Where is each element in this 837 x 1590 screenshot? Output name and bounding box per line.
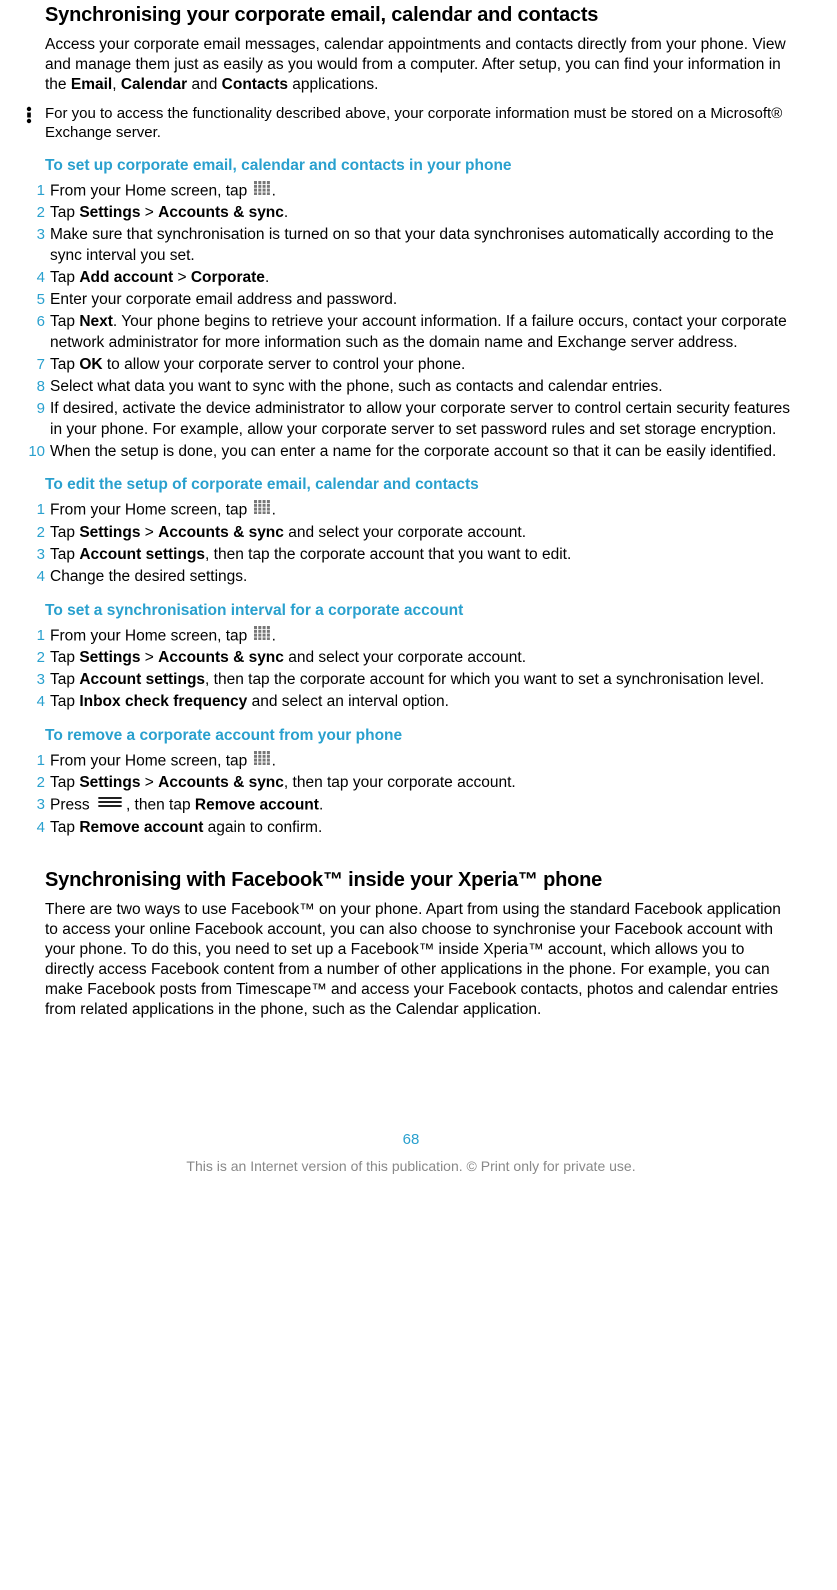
step-number: 3	[25, 670, 50, 690]
step-text: Tap Settings > Accounts & sync, then tap…	[50, 773, 797, 794]
step-row: 6Tap Next. Your phone begins to retrieve…	[25, 312, 797, 354]
step-number: 2	[25, 203, 50, 223]
step-number: 10	[25, 442, 50, 462]
step-row: 2Tap Settings > Accounts & sync, then ta…	[25, 773, 797, 794]
step-number: 1	[25, 751, 50, 771]
step-row: 1From your Home screen, tap .	[25, 751, 797, 772]
step-number: 2	[25, 648, 50, 668]
step-number: 1	[25, 500, 50, 520]
step-row: 2Tap Settings > Accounts & sync and sele…	[25, 523, 797, 544]
apps-grid-icon	[254, 751, 270, 772]
step-number: 8	[25, 377, 50, 397]
step-text: Tap Settings > Accounts & sync.	[50, 203, 797, 224]
step-text: If desired, activate the device administ…	[50, 399, 797, 441]
step-row: 4Tap Inbox check frequency and select an…	[25, 692, 797, 713]
step-text: When the setup is done, you can enter a …	[50, 442, 797, 463]
subhead-setup: To set up corporate email, calendar and …	[45, 157, 797, 175]
subhead-edit: To edit the setup of corporate email, ca…	[45, 476, 797, 494]
note-text: For you to access the functionality desc…	[45, 105, 797, 143]
step-row: 10When the setup is done, you can enter …	[25, 442, 797, 463]
step-text: From your Home screen, tap .	[50, 626, 797, 647]
step-number: 4	[25, 818, 50, 838]
steps-setup: 1From your Home screen, tap .2Tap Settin…	[25, 181, 797, 463]
steps-edit: 1From your Home screen, tap .2Tap Settin…	[25, 500, 797, 587]
step-text: Tap Remove account again to confirm.	[50, 818, 797, 839]
step-number: 4	[25, 567, 50, 587]
intro-paragraph-1: Access your corporate email messages, ca…	[45, 35, 797, 95]
step-row: 5Enter your corporate email address and …	[25, 290, 797, 311]
step-row: 9If desired, activate the device adminis…	[25, 399, 797, 441]
step-row: 4Tap Remove account again to confirm.	[25, 818, 797, 839]
step-row: 1From your Home screen, tap .	[25, 181, 797, 202]
step-row: 3Tap Account settings, then tap the corp…	[25, 670, 797, 691]
step-row: 3Make sure that synchronisation is turne…	[25, 225, 797, 267]
step-text: Tap Settings > Accounts & sync and selec…	[50, 523, 797, 544]
subhead-remove: To remove a corporate account from your …	[45, 727, 797, 745]
step-text: From your Home screen, tap .	[50, 500, 797, 521]
step-text: Select what data you want to sync with t…	[50, 377, 797, 398]
step-number: 7	[25, 355, 50, 375]
heading-1: Synchronising your corporate email, cale…	[45, 4, 797, 27]
steps-remove: 1From your Home screen, tap .2Tap Settin…	[25, 751, 797, 839]
step-number: 5	[25, 290, 50, 310]
page-number: 68	[25, 1131, 797, 1148]
step-row: 3Tap Account settings, then tap the corp…	[25, 545, 797, 566]
step-row: 4Tap Add account > Corporate.	[25, 268, 797, 289]
step-number: 1	[25, 181, 50, 201]
intro-paragraph-2: There are two ways to use Facebook™ on y…	[45, 900, 797, 1021]
step-text: Tap Settings > Accounts & sync and selec…	[50, 648, 797, 669]
step-text: From your Home screen, tap .	[50, 181, 797, 202]
apps-grid-icon	[254, 181, 270, 202]
step-text: Tap Account settings, then tap the corpo…	[50, 670, 797, 691]
step-number: 3	[25, 795, 50, 815]
step-row: 2Tap Settings > Accounts & sync and sele…	[25, 648, 797, 669]
step-number: 3	[25, 545, 50, 565]
step-text: Tap Account settings, then tap the corpo…	[50, 545, 797, 566]
step-row: 3Press , then tap Remove account.	[25, 795, 797, 816]
step-text: Press , then tap Remove account.	[50, 795, 797, 816]
step-row: 8Select what data you want to sync with …	[25, 377, 797, 398]
step-row: 4Change the desired settings.	[25, 567, 797, 588]
step-text: Tap Add account > Corporate.	[50, 268, 797, 289]
step-text: Tap Next. Your phone begins to retrieve …	[50, 312, 797, 354]
step-number: 2	[25, 773, 50, 793]
step-number: 3	[25, 225, 50, 245]
step-number: 6	[25, 312, 50, 332]
footer-note: This is an Internet version of this publ…	[25, 1158, 797, 1188]
warning-icon	[25, 106, 45, 127]
apps-grid-icon	[254, 626, 270, 647]
step-row: 1From your Home screen, tap .	[25, 626, 797, 647]
step-number: 4	[25, 268, 50, 288]
step-text: Tap OK to allow your corporate server to…	[50, 355, 797, 376]
step-text: Make sure that synchronisation is turned…	[50, 225, 797, 267]
step-row: 7Tap OK to allow your corporate server t…	[25, 355, 797, 376]
note-row: For you to access the functionality desc…	[25, 105, 797, 143]
apps-grid-icon	[254, 500, 270, 521]
menu-icon	[96, 795, 124, 816]
step-number: 9	[25, 399, 50, 419]
step-number: 4	[25, 692, 50, 712]
step-text: Enter your corporate email address and p…	[50, 290, 797, 311]
heading-2: Synchronising with Facebook™ inside your…	[45, 869, 797, 892]
step-row: 1From your Home screen, tap .	[25, 500, 797, 521]
step-text: Change the desired settings.	[50, 567, 797, 588]
step-row: 2Tap Settings > Accounts & sync.	[25, 203, 797, 224]
subhead-interval: To set a synchronisation interval for a …	[45, 602, 797, 620]
step-number: 1	[25, 626, 50, 646]
step-text: Tap Inbox check frequency and select an …	[50, 692, 797, 713]
step-number: 2	[25, 523, 50, 543]
step-text: From your Home screen, tap .	[50, 751, 797, 772]
steps-interval: 1From your Home screen, tap .2Tap Settin…	[25, 626, 797, 713]
